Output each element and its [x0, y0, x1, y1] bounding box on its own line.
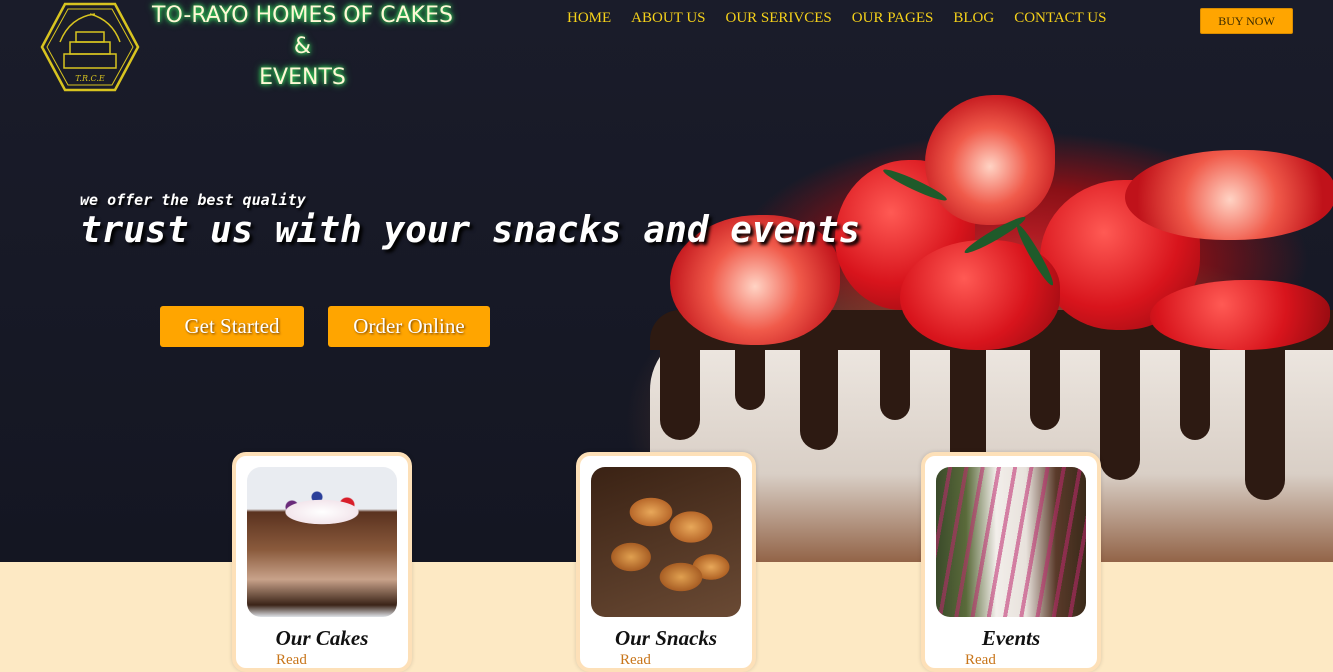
hero-tagline: we offer the best quality: [80, 191, 306, 209]
snacks-image: [591, 467, 741, 617]
get-started-button[interactable]: Get Started: [160, 306, 304, 347]
main-nav: HOME ABOUT US OUR SERIVCES OUR PAGES BLO…: [567, 10, 1106, 30]
order-online-button[interactable]: Order Online: [328, 306, 490, 347]
strawberry: [1125, 150, 1333, 240]
card-events[interactable]: Events Read: [921, 452, 1101, 672]
card-read-link[interactable]: Read: [620, 652, 651, 669]
brand-line-2: &: [293, 34, 312, 59]
chocolate-drip: [1245, 330, 1285, 500]
hero-headline: trust us with your snacks and events: [80, 210, 861, 251]
nav-our-pages[interactable]: OUR PAGES: [852, 10, 934, 30]
brand-line-3: EVENTS: [259, 65, 346, 90]
card-cakes[interactable]: Our Cakes Read: [232, 452, 412, 672]
nav-blog[interactable]: BLOG: [953, 10, 994, 30]
nav-home[interactable]: HOME: [567, 10, 611, 30]
brand-name[interactable]: TO-RAYO HOMES OF CAKES & EVENTS: [140, 0, 465, 93]
card-title: Our Cakes: [275, 626, 369, 650]
chocolate-drip: [1100, 330, 1140, 480]
cake-image: [247, 467, 397, 617]
logo-text: T.R.C.E: [75, 74, 105, 83]
nav-contact-us[interactable]: CONTACT US: [1014, 10, 1106, 30]
strawberry: [925, 95, 1055, 225]
events-image: [936, 467, 1086, 617]
brand-line-1: TO-RAYO HOMES OF CAKES: [152, 3, 453, 28]
nav-about-us[interactable]: ABOUT US: [631, 10, 705, 30]
buy-now-button[interactable]: BUY NOW: [1200, 8, 1293, 34]
card-snacks[interactable]: Our Snacks Read: [576, 452, 756, 672]
card-title: Events: [981, 626, 1041, 650]
card-read-link[interactable]: Read: [276, 652, 307, 669]
chocolate-drip: [950, 330, 986, 470]
strawberry: [1150, 280, 1330, 350]
card-read-link[interactable]: Read: [965, 652, 996, 669]
card-title: Our Snacks: [614, 626, 718, 650]
nav-our-services[interactable]: OUR SERIVCES: [726, 10, 832, 30]
logo[interactable]: T.R.C.E: [40, 2, 140, 92]
